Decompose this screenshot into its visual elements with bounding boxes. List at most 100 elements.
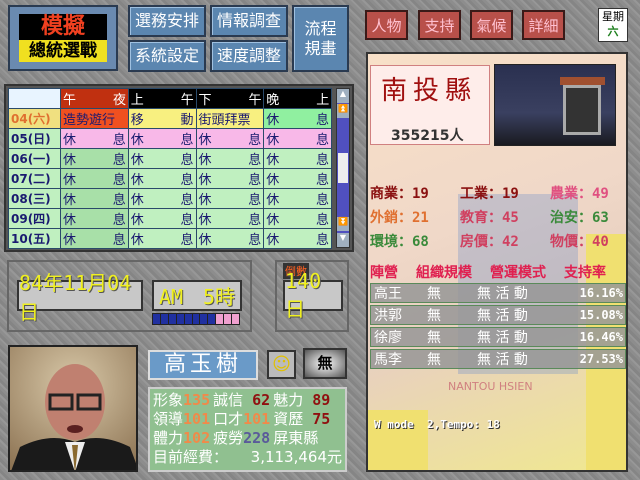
county-stat-value: 68 [412,234,429,250]
camp-org: 無 [427,352,441,368]
slot-text: 休 [266,193,280,208]
progress-segment [176,314,184,324]
camp-table-header: 陣營 組織規模 營運模式 支持率 [370,262,626,282]
slot-text-end: 息 [248,153,262,168]
schedule-slot[interactable]: 休息 [60,128,129,149]
schedule-slot[interactable]: 休息 [195,188,265,209]
slot-text: 休 [266,133,280,148]
flow-planning-button[interactable]: 流程規畫 [292,5,349,72]
schedule-scrollbar[interactable]: ▲ ⏫ ⏬ ▼ [336,88,350,248]
schedule-slot[interactable]: 移動 [127,108,197,129]
slot-text: 休 [63,233,77,248]
camp-name: 馬李 [374,352,402,368]
system-settings-button[interactable]: 系統設定 [128,40,206,72]
campaign-arrangement-button[interactable]: 選務安排 [128,5,206,37]
scroll-bottom-icon[interactable]: ⏬ [337,217,349,231]
tab-people[interactable]: 人物 [365,10,408,40]
speed-adjust-button[interactable]: 速度調整 [210,40,288,72]
slot-text: 休 [266,173,280,188]
status-badge[interactable]: 無 [303,348,347,379]
slot-text: 休 [130,173,144,188]
schedule-slot[interactable]: 休息 [263,148,332,169]
stat-value: 101 [183,410,211,428]
schedule-slot[interactable]: 休息 [195,168,265,189]
schedule-slot[interactable]: 休息 [60,168,129,189]
schedule-slot[interactable]: 休息 [263,108,332,129]
slot-text-end: 息 [180,213,194,228]
map-label: NANTOU HSIEN [448,380,533,393]
schedule-slot[interactable]: 休息 [60,188,129,209]
tab-detail[interactable]: 詳細 [522,10,565,40]
slot-text: 休 [130,213,144,228]
slot-text-end: 息 [112,173,126,188]
schedule-slot[interactable]: 休息 [263,128,332,149]
camp-rate: 16.46% [579,330,623,344]
county-population: 355215人 [391,128,464,144]
schedule-slot[interactable]: 造勢遊行 [60,108,129,129]
county-stat-value: 19 [502,186,519,202]
debug-status: W mode 2,Tempo: 18 [374,418,500,431]
slot-text-end: 息 [248,133,262,148]
slot-text: 休 [266,113,280,128]
schedule-slot[interactable]: 休息 [263,168,332,189]
schedule-table: 午 夜 上 午 下 午 晚 上 04(六)造勢遊行移動街頭拜票休息05(日)休息… [8,88,332,249]
logo-title: 模擬 [19,14,107,40]
progress-segment [160,314,168,324]
slot-text: 休 [266,153,280,168]
camp-mode: 無 活 動 [477,286,528,302]
slot-text-end: 息 [248,213,262,228]
row-date: 06(一) [8,148,61,169]
tab-weather[interactable]: 氣候 [470,10,513,40]
stat-row: 形象135 誠信 62 魅力 89 [153,391,342,410]
slot-text: 休 [266,233,280,248]
slot-text-end: 息 [112,213,126,228]
game-logo: 模擬 總統選戰 [8,5,118,71]
schedule-slot[interactable]: 休息 [60,148,129,169]
schedule-slot[interactable]: 休息 [127,168,197,189]
slot-text-end: 息 [112,153,126,168]
stat-row: 體力102 疲勞228 屏東縣 [153,429,342,448]
schedule-slot[interactable]: 休息 [127,228,197,249]
schedule-slot[interactable]: 休息 [195,208,265,229]
schedule-slot[interactable]: 休息 [127,148,197,169]
camp-rate: 15.08% [579,308,623,322]
schedule-slot[interactable]: 休息 [127,188,197,209]
schedule-slot[interactable]: 休息 [195,228,265,249]
slot-text-end: 息 [315,193,329,208]
schedule-slot[interactable]: 休息 [127,208,197,229]
scroll-thumb[interactable] [338,153,348,183]
slot-text-end: 息 [315,133,329,148]
intel-investigation-button[interactable]: 情報調查 [210,5,288,37]
camp-row[interactable]: 徐廖 無 無 活 動 16.46% [370,327,626,347]
schedule-slot[interactable]: 休息 [263,228,332,249]
tab-support[interactable]: 支持 [418,10,461,40]
schedule-slot[interactable]: 休息 [195,148,265,169]
county-stat: 環境：68 [370,231,429,251]
camp-row[interactable]: 洪郭 無 無 活 動 15.08% [370,305,626,325]
county-stat: 工業：19 [460,183,519,203]
schedule-slot[interactable]: 休息 [60,208,129,229]
schedule-row: 06(一) 休息休息休息休息 [8,148,332,169]
slot-text-end: 息 [180,233,194,248]
slot-text: 休 [130,153,144,168]
mood-smiley-icon[interactable]: ☺ [267,350,296,379]
stat-value: 75 [303,410,331,428]
schedule-slot[interactable]: 休息 [195,128,265,149]
camp-row[interactable]: 馬李 無 無 活 動 27.53% [370,349,626,369]
scroll-top-icon[interactable]: ⏫ [337,104,349,118]
schedule-slot[interactable]: 休息 [60,228,129,249]
scroll-down-icon[interactable]: ▼ [337,233,349,247]
schedule-slot[interactable]: 休息 [127,128,197,149]
schedule-slot[interactable]: 街頭拜票 [195,108,265,129]
schedule-slot[interactable]: 休息 [263,188,332,209]
weekday-calendar: 星期 六 [598,8,628,42]
slot-text-end: 息 [180,153,194,168]
county-name-box: 南投縣 355215人 [370,65,490,145]
schedule-slot[interactable]: 休息 [263,208,332,229]
stat-label: 資歷 [273,410,304,428]
camp-row[interactable]: 高王 無 無 活 動 16.16% [370,283,626,303]
camp-header-cell: 組織規模 [416,265,472,281]
slot-text: 休 [266,213,280,228]
scroll-up-icon[interactable]: ▲ [337,89,349,103]
stat-label: 誠信 [213,391,244,409]
